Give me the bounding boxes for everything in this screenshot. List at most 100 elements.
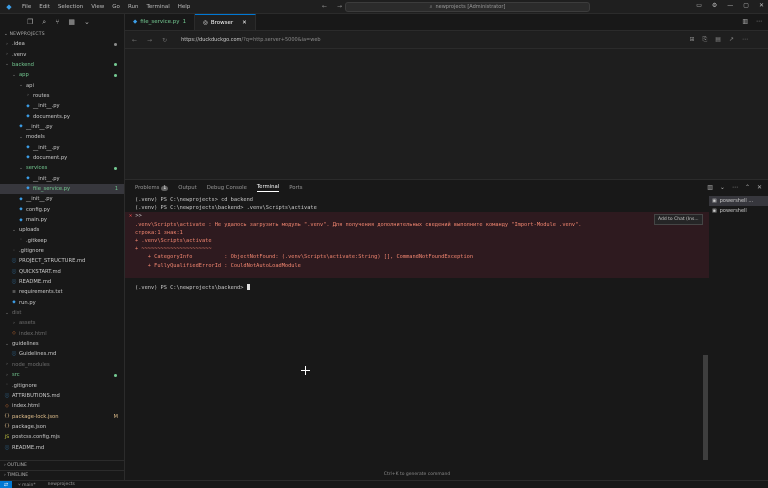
tree-item[interactable]: ◆ __init__.py: [0, 101, 124, 111]
tree-item[interactable]: ◆ run.py: [0, 298, 124, 308]
tree-item[interactable]: ⌄ app: [0, 70, 124, 80]
external-link-icon[interactable]: ↗: [729, 36, 734, 44]
close-icon[interactable]: ✕: [759, 2, 764, 9]
tree-item[interactable]: ◇ index.html: [0, 401, 124, 411]
tree-item[interactable]: ⓘ ATTRIBUTIONS.md: [0, 391, 124, 401]
py-file-icon: ◆: [26, 103, 30, 109]
browser-back-icon[interactable]: ←: [132, 37, 137, 44]
tree-item[interactable]: ⌄ models: [0, 132, 124, 142]
menu-terminal[interactable]: Terminal: [146, 4, 169, 10]
tree-item[interactable]: ⓘ QUICKSTART.md: [0, 267, 124, 277]
tab-ports[interactable]: Ports: [289, 185, 302, 191]
tree-item[interactable]: › node_modules: [0, 360, 124, 370]
tab-browser[interactable]: ◎ Browser ✕: [195, 14, 256, 30]
menu-selection[interactable]: Selection: [58, 4, 83, 10]
explorer-section-header[interactable]: ⌄ NEWPROJECTS: [0, 30, 124, 39]
tree-item[interactable]: ◆ __init__.py: [0, 173, 124, 183]
tree-item[interactable]: ◆ document.py: [0, 153, 124, 163]
timeline-section[interactable]: › TIMELINE: [0, 470, 125, 480]
tree-item[interactable]: ⌄ guidelines: [0, 339, 124, 349]
chevron-down-icon: ⌄: [19, 165, 23, 171]
menu-help[interactable]: Help: [178, 4, 191, 10]
close-panel-icon[interactable]: ✕: [757, 184, 762, 191]
remote-indicator-icon[interactable]: ⇄: [0, 480, 12, 488]
git-branch[interactable]: ⑂ main*: [18, 482, 36, 488]
outline-section[interactable]: › OUTLINE: [0, 460, 125, 470]
terminal-scrollbar[interactable]: [703, 355, 708, 460]
minimize-icon[interactable]: —: [727, 2, 733, 9]
tree-item[interactable]: ⌄ dist: [0, 308, 124, 318]
browser-reload-icon[interactable]: ↻: [162, 37, 167, 44]
tree-item[interactable]: ◇ index.html: [0, 329, 124, 339]
tree-item[interactable]: ⌄ services: [0, 163, 124, 173]
new-terminal-chevron-down-icon[interactable]: ⌄: [720, 184, 725, 191]
tab-close-icon[interactable]: ✕: [242, 20, 247, 26]
add-to-chat-tooltip[interactable]: Add to Chat (Ins...: [654, 214, 703, 225]
tab-problems[interactable]: Problems 1: [135, 185, 169, 191]
more-views-chevron-down-icon[interactable]: ⌄: [84, 18, 90, 26]
browser-more-icon[interactable]: ⋯: [742, 36, 748, 44]
tree-item[interactable]: ◦ .gitignore: [0, 246, 124, 256]
tab-terminal[interactable]: Terminal: [256, 184, 280, 192]
project-indicator[interactable]: newprojects: [48, 482, 75, 487]
tree-item[interactable]: {} package.json: [0, 422, 124, 432]
terminal-instance-powershell-1[interactable]: ▣ powershell ...: [709, 196, 768, 206]
tree-item[interactable]: ⓘ PROJECT_STRUCTURE.md: [0, 256, 124, 266]
tab-debug-console[interactable]: Debug Console: [207, 185, 247, 191]
tree-item[interactable]: ◆ __init__.py: [0, 122, 124, 132]
tree-item[interactable]: ◦ .gitignore: [0, 380, 124, 390]
tree-item[interactable]: › routes: [0, 91, 124, 101]
menu-run[interactable]: Run: [128, 4, 139, 10]
tree-item[interactable]: JS postcss.config.mjs: [0, 432, 124, 442]
search-view-icon[interactable]: ⌕: [42, 18, 46, 27]
menu-file[interactable]: File: [22, 4, 31, 10]
forward-arrow-icon[interactable]: →: [337, 3, 342, 10]
tab-output[interactable]: Output: [178, 185, 196, 191]
maximize-icon[interactable]: ▢: [743, 2, 749, 9]
tree-item[interactable]: › src: [0, 370, 124, 380]
browser-forward-icon[interactable]: →: [147, 37, 152, 44]
new-terminal-layout-icon[interactable]: ▥: [707, 184, 713, 191]
tree-item[interactable]: › .idea: [0, 39, 124, 49]
menu-view[interactable]: View: [91, 4, 104, 10]
terminal-instance-powershell-2[interactable]: ▣ powershell: [709, 206, 768, 216]
more-actions-icon[interactable]: ⋯: [732, 184, 738, 191]
tree-item[interactable]: ◆ config.py: [0, 205, 124, 215]
add-element-icon[interactable]: ⊞: [689, 36, 694, 44]
tree-item[interactable]: ◆ main.py: [0, 215, 124, 225]
tree-item[interactable]: ◆ __init__.py: [0, 142, 124, 152]
explorer-files-icon[interactable]: ❐: [27, 18, 33, 26]
md-file-icon: ⓘ: [11, 280, 17, 286]
tree-item[interactable]: ◦ .gitkeep: [0, 236, 124, 246]
settings-gear-icon[interactable]: ⚙: [712, 2, 717, 9]
tree-item[interactable]: ⌄ uploads: [0, 225, 124, 235]
tree-item[interactable]: ≡ requirements.txt: [0, 287, 124, 297]
browser-url-field[interactable]: https://duckduckgo.com/?q=http.server+50…: [181, 37, 321, 43]
tab-file-service[interactable]: ◆ file_service.py 1: [125, 14, 196, 30]
tree-item[interactable]: › assets: [0, 318, 124, 328]
screenshot-icon[interactable]: ⎘: [702, 36, 707, 44]
more-actions-icon[interactable]: ⋯: [756, 18, 762, 25]
extensions-icon[interactable]: ▦: [68, 18, 75, 26]
back-arrow-icon[interactable]: ←: [322, 3, 327, 10]
tree-item[interactable]: ⌄ backend: [0, 60, 124, 70]
tree-item[interactable]: › .venv: [0, 49, 124, 59]
source-control-icon[interactable]: ⑂: [55, 18, 59, 26]
menu-edit[interactable]: Edit: [39, 4, 50, 10]
tree-item[interactable]: ⓘ Guidelines.md: [0, 349, 124, 359]
devtools-icon[interactable]: ▤: [715, 36, 721, 44]
tree-item[interactable]: ⌄ api: [0, 80, 124, 90]
command-center-search[interactable]: ⌕ newprojects [Administrator]: [345, 2, 590, 12]
tree-item[interactable]: ◆ __init__.py: [0, 194, 124, 204]
tree-item[interactable]: ⓘ README.md: [0, 442, 124, 452]
browser-viewport[interactable]: [125, 49, 768, 179]
tree-item[interactable]: ◆ file_service.py 1: [0, 183, 124, 195]
split-editor-icon[interactable]: ▥: [742, 18, 748, 25]
tree-item[interactable]: ⓘ README.md: [0, 277, 124, 287]
tree-item[interactable]: ◆ documents.py: [0, 111, 124, 121]
maximize-panel-icon[interactable]: ⌃: [745, 184, 750, 191]
terminal-output[interactable]: (.venv) PS C:\newprojects> cd backend (.v…: [125, 196, 709, 468]
layout-toggle-icon[interactable]: ▭: [696, 2, 702, 9]
tree-item[interactable]: {} package-lock.json M: [0, 411, 124, 421]
menu-go[interactable]: Go: [112, 4, 120, 10]
